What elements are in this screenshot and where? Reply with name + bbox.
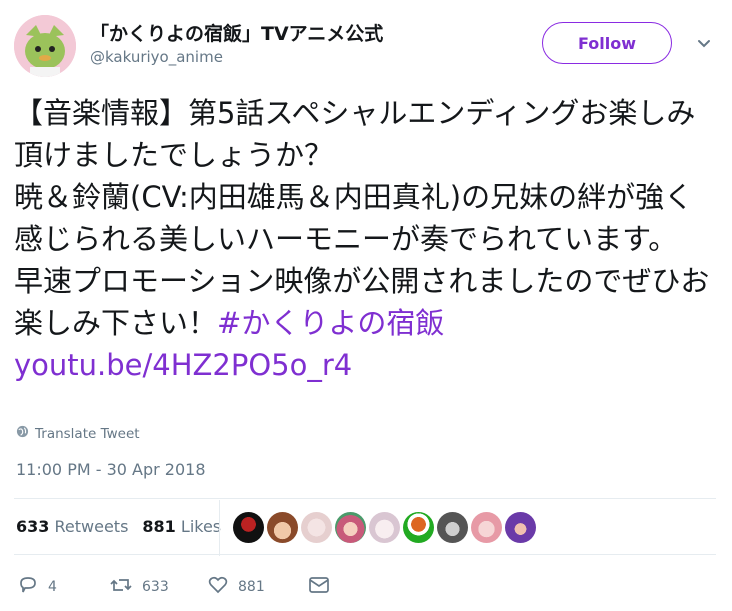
reply-icon <box>18 575 38 599</box>
likes-stat[interactable]: 881 Likes <box>142 517 221 536</box>
liker-avatar[interactable] <box>471 512 502 543</box>
tweet-stats: 633 Retweets 881 Likes <box>16 500 221 556</box>
stats-separator <box>219 500 220 556</box>
action-bar: 4 633 881 <box>18 575 330 599</box>
retweets-stat[interactable]: 633 Retweets <box>16 517 128 536</box>
globe-icon <box>16 425 29 442</box>
youtube-link[interactable]: youtu.be/4HZ2PO5o_r4 <box>14 348 352 382</box>
hashtag-link[interactable]: #かくりよの宿飯 <box>217 306 444 340</box>
liker-avatar[interactable] <box>403 512 434 543</box>
liker-avatar[interactable] <box>369 512 400 543</box>
liker-avatar[interactable] <box>267 512 298 543</box>
liker-avatar[interactable] <box>505 512 536 543</box>
display-name[interactable]: 「かくりよの宿飯」TVアニメ公式 <box>90 19 383 46</box>
message-icon <box>308 575 330 599</box>
direct-message-button[interactable] <box>308 575 330 599</box>
retweets-count: 633 <box>16 517 50 536</box>
liker-avatar[interactable] <box>335 512 366 543</box>
tweet-body: 【音楽情報】第5話スペシャルエンディングお楽しみ頂けましたでしょうか？ 暁＆鈴蘭… <box>14 96 710 340</box>
translate-tweet-link[interactable]: Translate Tweet <box>16 425 140 442</box>
reply-count: 4 <box>48 579 57 595</box>
timestamp[interactable]: 11:00 PM - 30 Apr 2018 <box>16 460 206 479</box>
divider <box>14 498 716 499</box>
chevron-down-icon[interactable] <box>694 34 714 54</box>
username[interactable]: @kakuriyo_anime <box>90 48 223 66</box>
like-button[interactable]: 881 <box>208 575 308 599</box>
retweet-icon <box>110 575 132 599</box>
tweet-text: 【音楽情報】第5話スペシャルエンディングお楽しみ頂けましたでしょうか？ 暁＆鈴蘭… <box>14 92 722 386</box>
likes-label: Likes <box>180 517 222 536</box>
liker-avatar[interactable] <box>233 512 264 543</box>
likers-avatars <box>233 512 536 543</box>
avatar[interactable] <box>14 15 76 77</box>
likes-count: 881 <box>142 517 176 536</box>
liker-avatar[interactable] <box>301 512 332 543</box>
retweet-button[interactable]: 633 <box>110 575 208 599</box>
like-count: 881 <box>238 579 265 595</box>
retweets-label: Retweets <box>54 517 129 536</box>
retweet-count: 633 <box>142 579 169 595</box>
divider <box>14 554 716 555</box>
translate-label: Translate Tweet <box>35 425 140 442</box>
follow-button[interactable]: Follow <box>542 22 672 64</box>
liker-avatar[interactable] <box>437 512 468 543</box>
reply-button[interactable]: 4 <box>18 575 110 599</box>
heart-icon <box>208 575 228 599</box>
